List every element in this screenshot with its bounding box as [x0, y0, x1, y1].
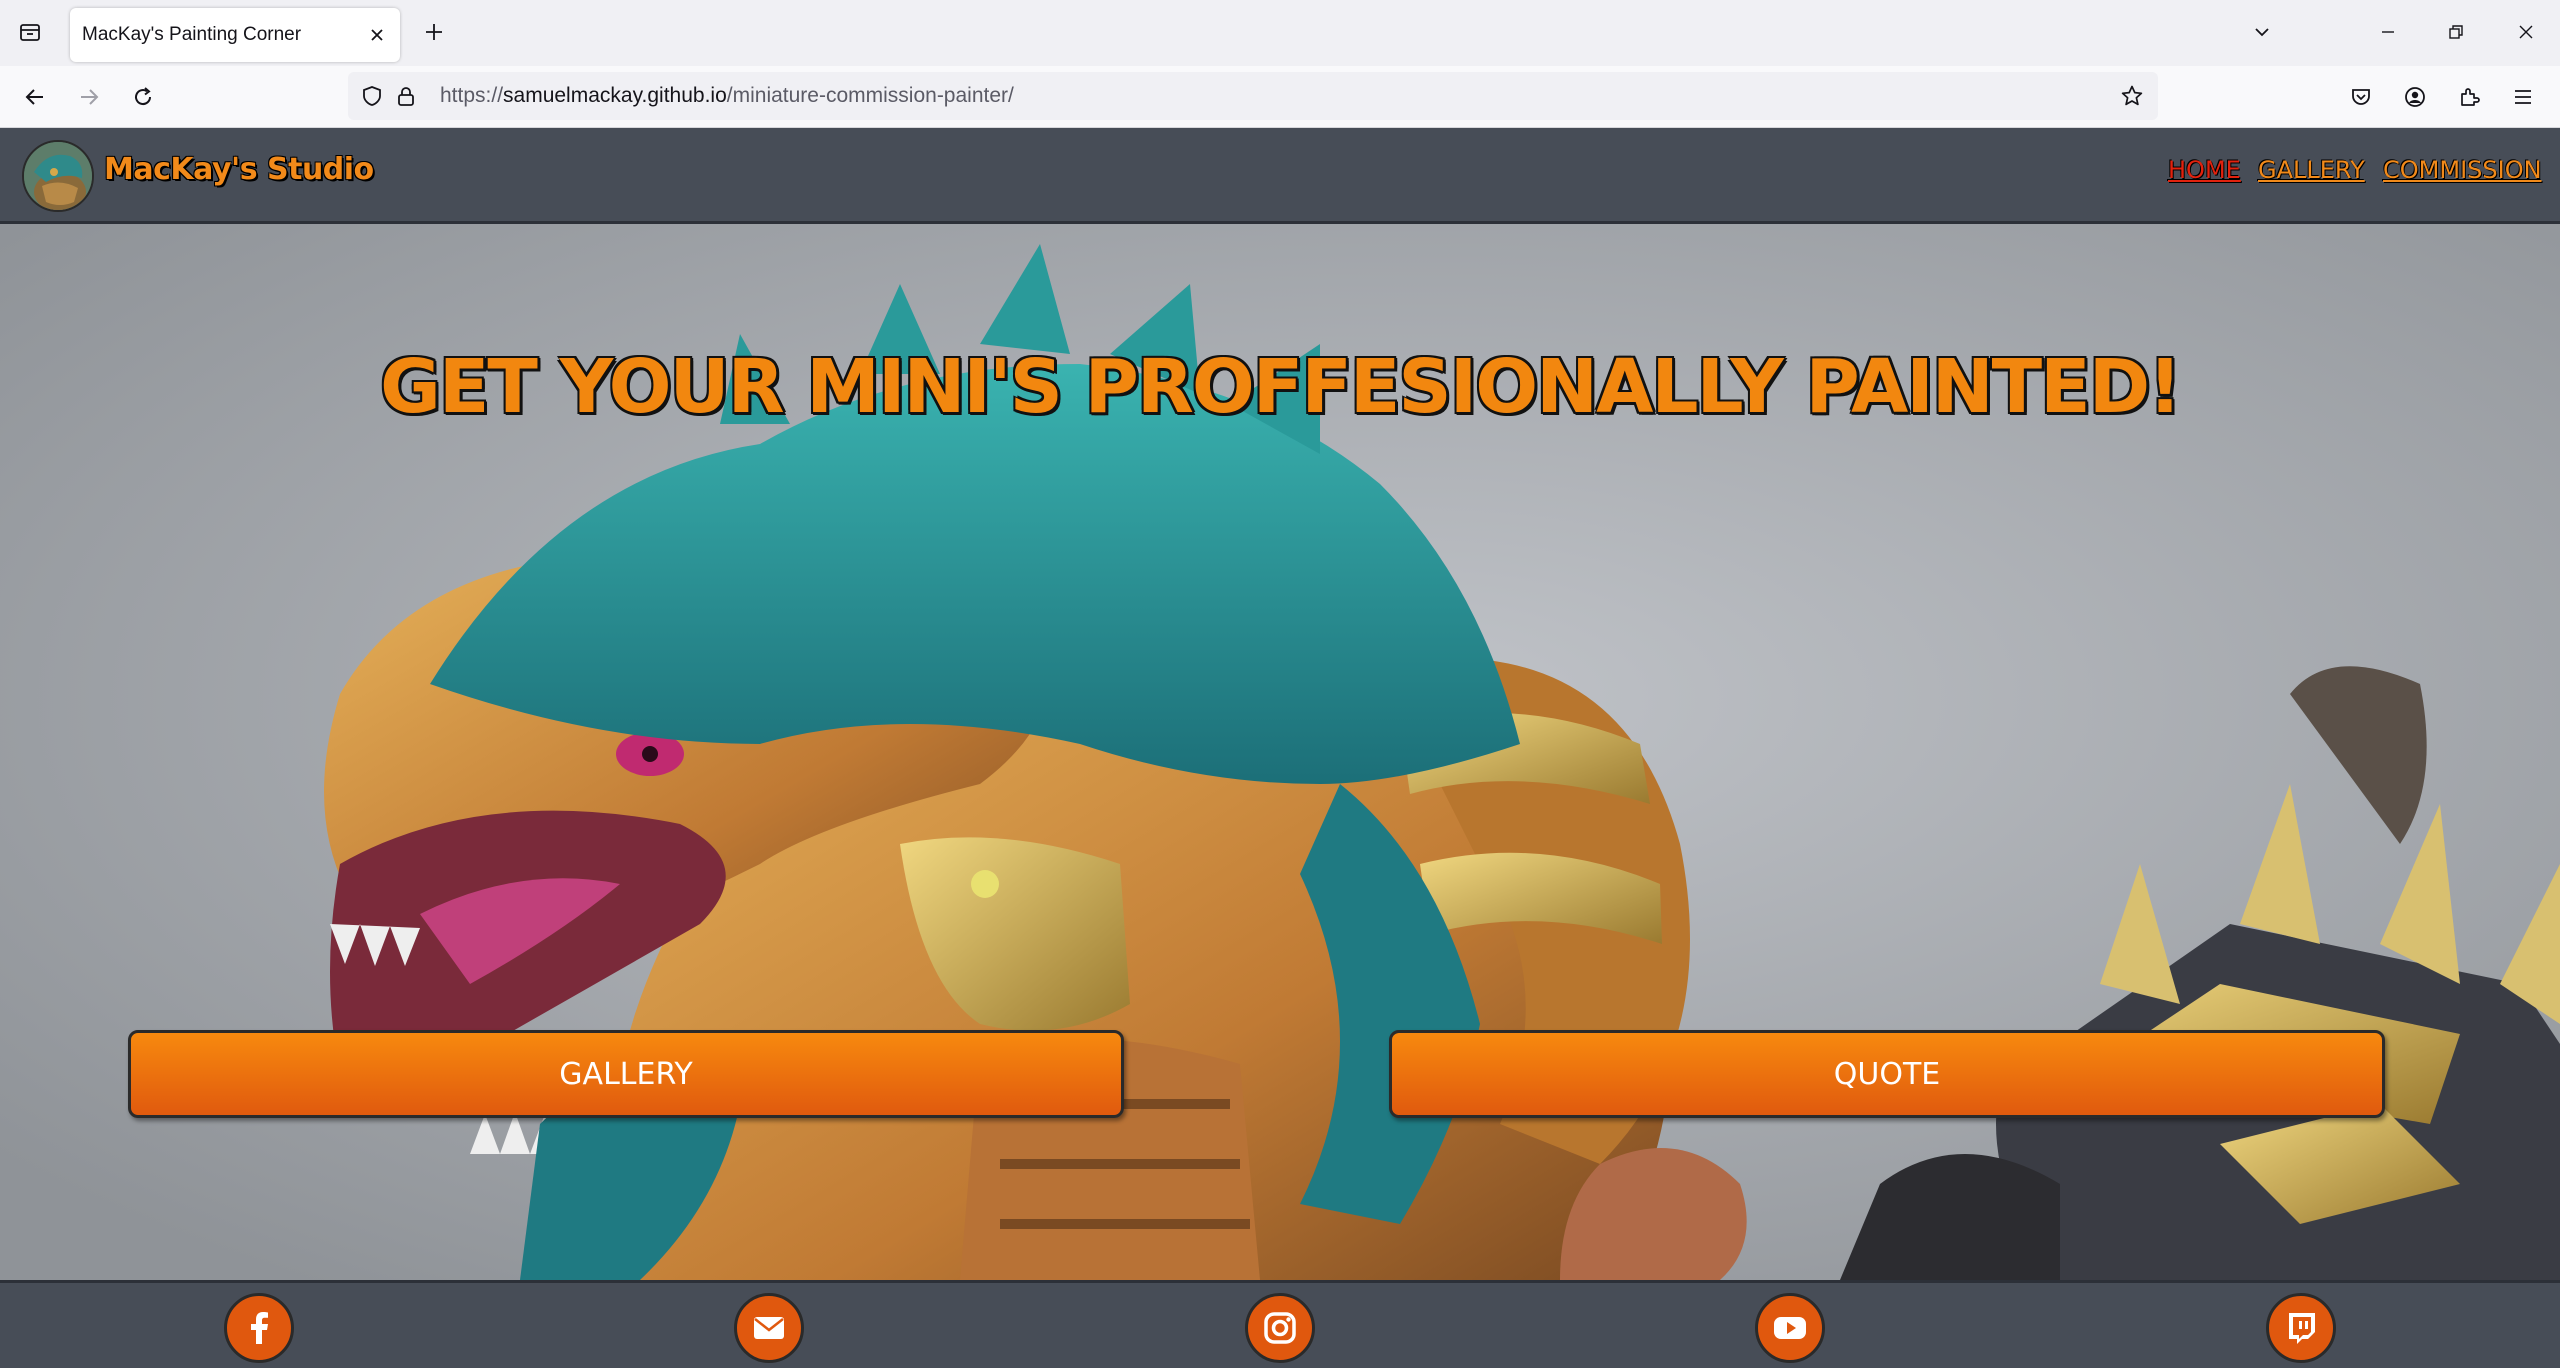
forward-icon[interactable]: [70, 78, 108, 116]
account-icon[interactable]: [2396, 78, 2434, 116]
nav-gallery[interactable]: GALLERY: [2258, 156, 2365, 184]
instagram-icon[interactable]: [1245, 1293, 1315, 1363]
bookmark-star-icon[interactable]: [2118, 82, 2146, 110]
envelope-icon[interactable]: [734, 1293, 804, 1363]
url-host: samuelmackay.github.io: [503, 84, 727, 107]
brand-name[interactable]: MacKay's Studio: [104, 152, 374, 187]
youtube-icon[interactable]: [1755, 1293, 1825, 1363]
close-tab-icon[interactable]: [364, 22, 390, 48]
extensions-icon[interactable]: [2450, 78, 2488, 116]
twitch-icon[interactable]: [2266, 1293, 2336, 1363]
address-bar[interactable]: https://samuelmackay.github.io/miniature…: [348, 72, 2158, 120]
close-window-icon[interactable]: [2508, 14, 2544, 50]
tab-list-icon[interactable]: [12, 14, 48, 50]
quote-button[interactable]: QUOTE: [1389, 1030, 2385, 1118]
new-tab-icon[interactable]: [418, 16, 450, 48]
browser-tab-bar: MacKay's Painting Corner: [0, 0, 2560, 66]
browser-nav-bar: https://samuelmackay.github.io/miniature…: [0, 66, 2560, 128]
web-page: MacKay's Studio HOME GALLERY COMMISSION: [0, 128, 2560, 1368]
url-path: /miniature-commission-painter/: [726, 84, 1014, 107]
list-all-tabs-icon[interactable]: [2244, 14, 2280, 50]
nav-home[interactable]: HOME: [2168, 156, 2241, 184]
tab-title: MacKay's Painting Corner: [82, 24, 302, 45]
nav-commission[interactable]: COMMISSION: [2383, 156, 2542, 184]
site-footer: [0, 1280, 2560, 1368]
facebook-icon[interactable]: [224, 1293, 294, 1363]
studio-logo[interactable]: [22, 140, 94, 212]
pocket-icon[interactable]: [2342, 78, 2380, 116]
hero-title: GET YOUR MINI'S PROFFESIONALLY PAINTED!: [380, 344, 2182, 430]
shield-icon[interactable]: [358, 82, 386, 110]
gallery-button[interactable]: GALLERY: [128, 1030, 1124, 1118]
url-scheme: https://: [440, 84, 504, 107]
browser-tab[interactable]: MacKay's Painting Corner: [70, 8, 400, 62]
reload-icon[interactable]: [124, 78, 162, 116]
hero-section: GET YOUR MINI'S PROFFESIONALLY PAINTED! …: [0, 224, 2560, 1280]
menu-icon[interactable]: [2504, 78, 2542, 116]
url-text[interactable]: https://samuelmackay.github.io/miniature…: [440, 84, 1014, 108]
minimize-icon[interactable]: [2370, 14, 2406, 50]
restore-icon[interactable]: [2438, 14, 2474, 50]
site-header: MacKay's Studio HOME GALLERY COMMISSION: [0, 128, 2560, 224]
lock-icon[interactable]: [392, 82, 420, 110]
back-icon[interactable]: [16, 78, 54, 116]
